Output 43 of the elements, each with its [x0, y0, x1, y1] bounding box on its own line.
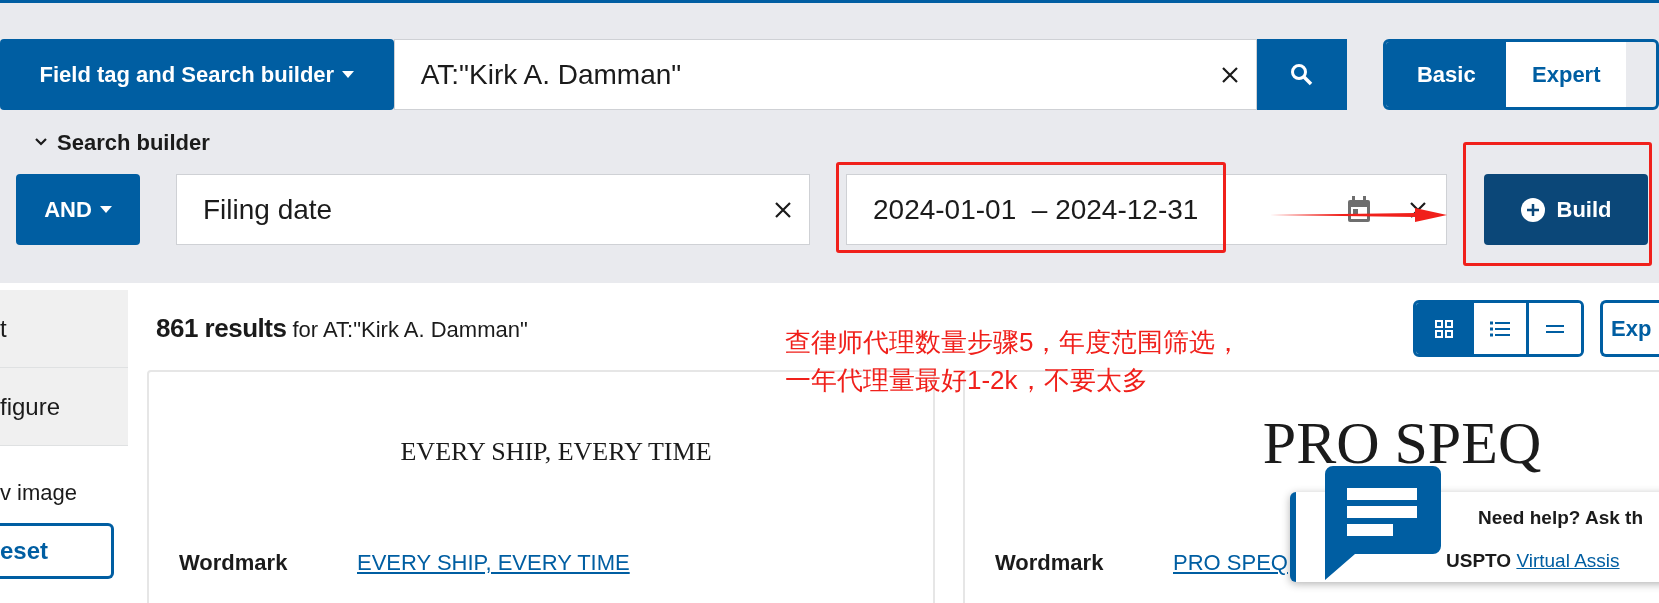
annotation-text: 查律师代理数量步骤5，年度范围筛选， [785, 326, 1242, 359]
export-button[interactable]: Exp [1600, 300, 1659, 357]
date-range-field[interactable]: 2024-01-01 – 2024-12-31 [846, 174, 1447, 245]
mode-tab[interactable]: Basic [1386, 42, 1507, 107]
search-builder-toggle[interactable]: Search builder [35, 128, 210, 156]
list-icon [1490, 320, 1510, 337]
mode-tab[interactable]: Expert [1506, 42, 1627, 107]
grid-icon [1434, 319, 1453, 338]
calendar-icon[interactable] [1346, 195, 1372, 224]
caret-icon [342, 71, 355, 78]
query-text: AT:"Kirk A. Damman" [420, 57, 683, 92]
sidebar-item[interactable]: figure [0, 368, 128, 446]
annotation-text: 一年代理量最好1-2k，不要太多 [785, 364, 1149, 397]
search-icon [1290, 62, 1314, 87]
search-button[interactable] [1256, 39, 1348, 110]
clear-icon[interactable] [773, 199, 793, 220]
mark-image-text: EVERY SHIP, EVERY TIME [400, 436, 712, 468]
chat-prefix: USPTO [1446, 549, 1512, 571]
build-button[interactable]: Build [1484, 174, 1648, 245]
field-label: Wordmark [179, 549, 289, 577]
operator-dropdown[interactable]: AND [16, 174, 140, 245]
clear-icon[interactable] [1219, 64, 1240, 85]
chat-title: Need help? Ask th [1477, 506, 1645, 530]
field-value: Filing date [203, 192, 334, 227]
search-field[interactable]: AT:"Kirk A. Damman" [393, 39, 1257, 110]
view-button[interactable] [1416, 303, 1471, 354]
chevron-icon [35, 138, 47, 146]
assistant-link[interactable]: Virtual Assis [1516, 549, 1620, 571]
caret-icon [99, 206, 112, 213]
field-tag-dropdown[interactable]: Field tag and Search builder [0, 39, 394, 110]
view-button[interactable] [1526, 303, 1581, 354]
menu-lines-icon [1546, 323, 1564, 334]
option-label: v image [0, 479, 79, 507]
wordmark-link[interactable]: EVERY SHIP, EVERY TIME [357, 546, 630, 579]
reset-button[interactable]: eset [0, 523, 114, 579]
results-heading: 861 results for AT:"Kirk A. Damman" [155, 312, 528, 345]
sidebar-item[interactable]: t [0, 290, 128, 368]
date-range-value: 2024-01-01 – 2024-12-31 [873, 192, 1200, 227]
wordmark-link[interactable]: PRO SPEQ [1173, 546, 1288, 579]
field-select[interactable]: Filing date [176, 174, 810, 245]
plus-circle-icon [1520, 197, 1545, 222]
mark-image-text: PRO SPEQ [1262, 412, 1542, 474]
field-label: Wordmark [995, 549, 1105, 577]
